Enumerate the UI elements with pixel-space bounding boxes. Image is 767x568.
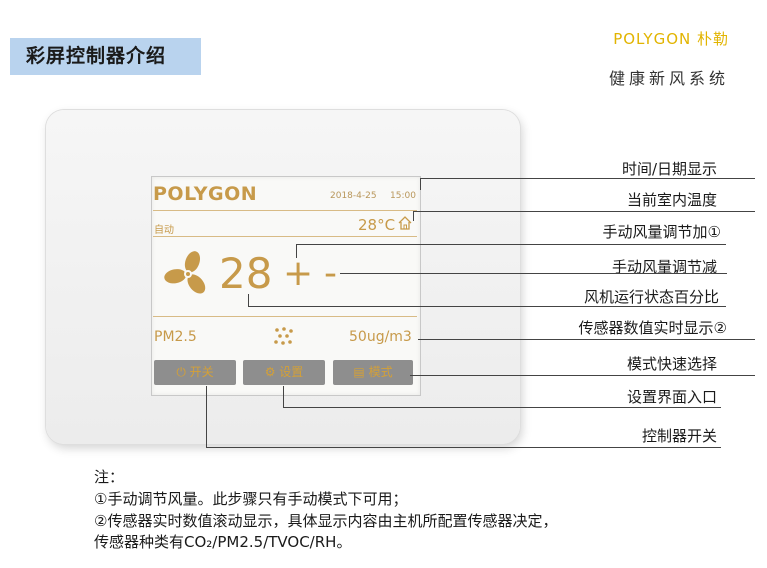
leader-time bbox=[420, 178, 755, 179]
leader-power-tick bbox=[206, 386, 207, 447]
mode-label: 自动 bbox=[154, 225, 174, 236]
mode-button[interactable]: ▤ 模式 bbox=[333, 360, 413, 385]
brand-slogan: 健康新风系统 bbox=[608, 69, 729, 88]
mode-button-label: 模式 bbox=[368, 365, 393, 379]
leader-power bbox=[206, 447, 721, 448]
note-line-1: ①手动调节风量。此步骤只有手动模式下可用； bbox=[94, 490, 408, 508]
callout-fan-plus: 手动风量调节加① bbox=[602, 223, 721, 241]
mode-icon: ▤ bbox=[353, 365, 365, 379]
settings-button-label: 设置 bbox=[279, 365, 304, 379]
callout-indoor-temp: 当前室内温度 bbox=[626, 191, 717, 209]
leader-fan-plus bbox=[296, 244, 726, 245]
fan-speed-minus-button[interactable]: - bbox=[324, 250, 337, 298]
screen-date: 2018-4-25 bbox=[330, 191, 377, 201]
note-line-2: ②传感器实时数值滚动显示，具体显示内容由主机所配置传感器决定， bbox=[94, 512, 558, 530]
screen-logo: POLYGON bbox=[153, 183, 258, 205]
leader-sensor bbox=[418, 339, 755, 340]
leader-fan-percent bbox=[248, 306, 726, 307]
callout-fan-percent: 风机运行状态百分比 bbox=[583, 288, 719, 306]
sensor-value: 50ug/m3 bbox=[349, 329, 412, 345]
settings-button[interactable]: ⚙ 设置 bbox=[243, 360, 325, 385]
notes-title: 注： bbox=[94, 468, 125, 486]
sensor-name: PM2.5 bbox=[154, 329, 197, 345]
callout-settings: 设置界面入口 bbox=[626, 388, 717, 406]
leader-temp-tick bbox=[413, 211, 414, 221]
callout-time-date: 时间/日期显示 bbox=[621, 160, 717, 178]
leader-fan-percent-tick bbox=[248, 294, 249, 306]
section-title: 彩屏控制器介绍 bbox=[10, 38, 201, 75]
temperature-readout: 28°C bbox=[358, 216, 396, 234]
callout-mode: 模式快速选择 bbox=[626, 355, 717, 373]
leader-fan-minus bbox=[340, 273, 727, 274]
callout-power: 控制器开关 bbox=[641, 427, 717, 445]
note-line-3: 传感器种类有CO₂/PM2.5/TVOC/RH。 bbox=[94, 533, 352, 551]
fan-speed-value: 28 bbox=[219, 249, 273, 298]
fan-icon bbox=[164, 251, 206, 294]
leader-settings-tick bbox=[283, 386, 284, 407]
particles-icon bbox=[274, 327, 293, 345]
leader-time-tick bbox=[420, 178, 421, 190]
screen-divider-mid bbox=[153, 236, 417, 237]
callout-sensor: 传感器数值实时显示② bbox=[578, 319, 727, 337]
gear-icon: ⚙ bbox=[264, 365, 276, 379]
power-button-label: 开关 bbox=[189, 365, 214, 379]
leader-fan-plus-tick bbox=[296, 244, 297, 258]
power-button[interactable]: ⏻ 开关 bbox=[154, 360, 236, 385]
home-icon bbox=[398, 216, 412, 230]
leader-temp bbox=[413, 211, 755, 212]
screen-divider-top bbox=[153, 210, 417, 211]
leader-settings bbox=[283, 407, 721, 408]
fan-speed-plus-button[interactable]: + bbox=[283, 250, 313, 298]
power-icon: ⏻ bbox=[176, 365, 186, 379]
screen-time: 15:00 bbox=[390, 191, 416, 201]
leader-mode bbox=[410, 375, 755, 376]
brand-logo: POLYGON 朴勒 bbox=[613, 30, 729, 48]
screen-divider-bottom bbox=[153, 316, 417, 317]
